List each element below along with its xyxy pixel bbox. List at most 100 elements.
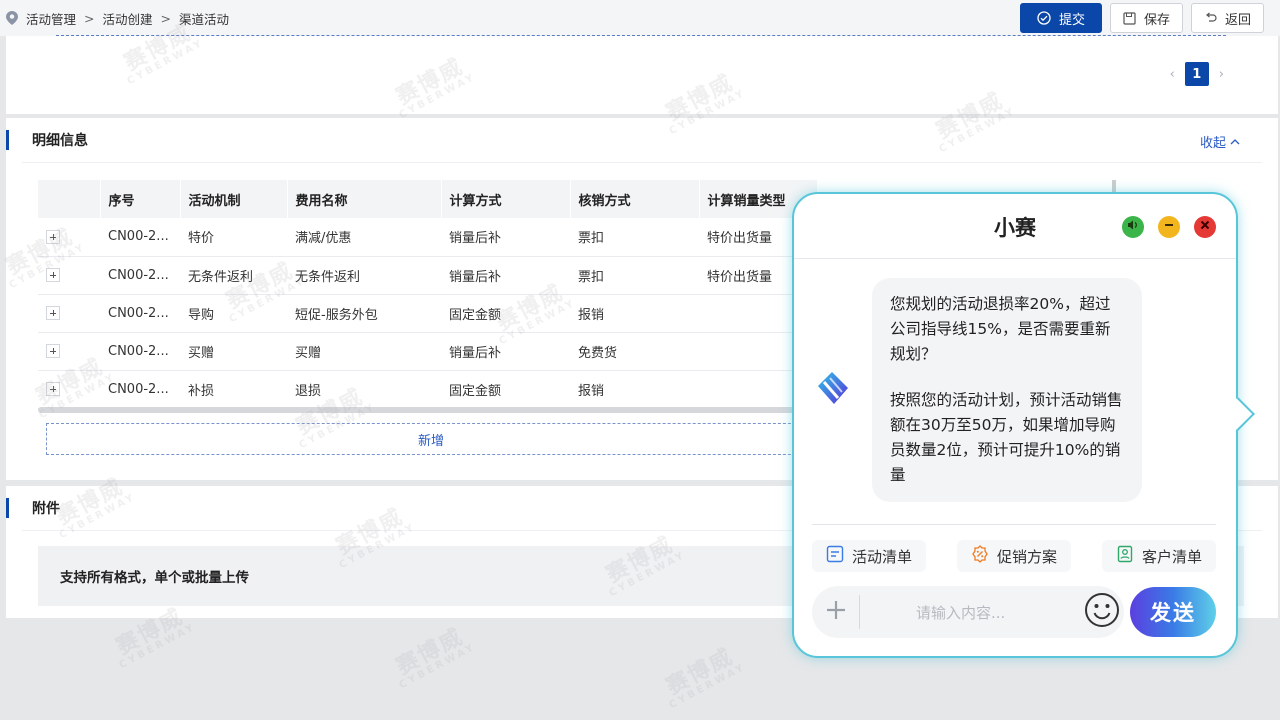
collapse-toggle[interactable]: 收起: [1200, 132, 1240, 151]
breadcrumb-item-activity-management[interactable]: 活动管理: [26, 9, 76, 28]
send-button[interactable]: 发送: [1130, 587, 1216, 637]
table-row: CN00-2... 特价 满减/优惠 销量后补 票扣 特价出货量: [38, 218, 818, 257]
cell-mechanism: 特价: [180, 218, 287, 257]
cell-calc-method: 销量后补: [441, 218, 570, 257]
breadcrumb-separator: >: [160, 10, 171, 26]
column-header-fee-name: 费用名称: [287, 180, 442, 218]
chip-activity-list[interactable]: 活动清单: [812, 540, 927, 572]
chip-label: 促销方案: [996, 547, 1057, 566]
table-row: CN00-2... 无条件返利 无条件返利 销量后补 票扣 特价出货量: [38, 256, 818, 295]
chevron-up-icon: [1230, 134, 1240, 149]
column-header-calc-method: 计算方式: [441, 180, 571, 218]
discount-badge-icon: [971, 545, 989, 567]
assistant-message-text: 您规划的活动退损率20%，超过公司指导线15%，是否需要重新规划？: [890, 295, 1111, 363]
pagination: ‹ 1 ›: [1170, 62, 1224, 86]
expand-row-icon[interactable]: [46, 306, 60, 320]
cell-calc-method: 销量后补: [441, 332, 570, 371]
close-button[interactable]: [1194, 216, 1216, 238]
top-bar: 活动管理 > 活动创建 > 渠道活动 提交 保存 返回: [0, 0, 1280, 36]
horizontal-scrollbar[interactable]: [38, 407, 818, 413]
section-divider: [22, 162, 1262, 163]
column-header-index: 序号: [100, 180, 181, 218]
location-pin-icon: [6, 11, 18, 25]
back-button-label: 返回: [1224, 12, 1251, 28]
table-header-row: 序号 活动机制 费用名称 计算方式 核销方式 计算销量类型: [38, 180, 818, 218]
page-number-current[interactable]: 1: [1184, 62, 1209, 86]
assistant-chat-window: 小赛 您规划的活动退损率20%，超过公司指导线15%，是否需要重新规划？ 按照您…: [792, 192, 1255, 658]
breadcrumb: 活动管理 > 活动创建 > 渠道活动: [6, 9, 229, 28]
assistant-avatar-icon: [812, 368, 852, 412]
cell-index: CN00-2...: [100, 332, 180, 371]
detail-table: 序号 活动机制 费用名称 计算方式 核销方式 计算销量类型 CN00-2... …: [38, 180, 818, 409]
assistant-message-text: 按照您的活动计划，预计活动销售额在30万至50万，如果增加导购员数量2位，预计可…: [890, 391, 1123, 484]
quick-action-chips: 活动清单 促销方案 客户清单: [812, 540, 1216, 572]
chat-divider: [812, 524, 1216, 525]
watermark: 赛博威CYBERWAY: [392, 624, 478, 692]
cell-mechanism: 导购: [180, 294, 287, 333]
floppy-disk-icon: [1123, 11, 1136, 25]
submit-button[interactable]: 提交: [1019, 3, 1102, 33]
chip-label: 客户清单: [1141, 547, 1202, 566]
cell-fee-name: 满减/优惠: [287, 218, 441, 257]
close-icon: [1199, 219, 1211, 235]
emoji-button[interactable]: [1080, 592, 1124, 632]
cell-writeoff-method: 报销: [570, 370, 699, 409]
cell-calc-method: 固定金额: [441, 294, 570, 333]
window-controls: [1122, 216, 1216, 238]
add-row-button[interactable]: 新增: [46, 423, 816, 455]
cell-writeoff-method: 票扣: [570, 256, 699, 295]
cell-writeoff-method: 票扣: [570, 218, 699, 257]
speaker-button[interactable]: [1122, 216, 1144, 238]
contact-card-icon: [1116, 545, 1134, 567]
chat-header-divider: [794, 258, 1236, 259]
breadcrumb-item-activity-create[interactable]: 活动创建: [103, 9, 153, 28]
submit-button-label: 提交: [1058, 12, 1085, 28]
list-icon: [826, 545, 844, 567]
breadcrumb-separator: >: [84, 10, 95, 26]
column-header-expand: [38, 180, 101, 218]
section-title-attachment: 附件: [6, 496, 60, 520]
cell-index: CN00-2...: [100, 218, 180, 257]
cell-writeoff-method: 报销: [570, 294, 699, 333]
section-title-detail: 明细信息: [6, 128, 88, 152]
cell-index: CN00-2...: [100, 256, 180, 295]
column-header-mechanism: 活动机制: [180, 180, 288, 218]
prev-page-icon[interactable]: ‹: [1170, 67, 1175, 82]
plus-icon: [825, 599, 847, 625]
previous-section-panel: ‹ 1 ›: [6, 35, 1278, 114]
cell-mechanism: 无条件返利: [180, 256, 287, 295]
table-row: CN00-2... 补损 退损 固定金额 报销: [38, 370, 818, 409]
check-circle-icon: [1037, 11, 1051, 25]
cell-fee-name: 买赠: [287, 332, 441, 371]
chip-label: 活动清单: [852, 547, 913, 566]
expand-row-icon[interactable]: [46, 382, 60, 396]
table-row: CN00-2... 导购 短促-服务外包 固定金额 报销: [38, 294, 818, 333]
minus-icon: [1163, 219, 1175, 235]
upload-hint: 支持所有格式，单个或批量上传: [60, 570, 249, 586]
expand-row-icon[interactable]: [46, 268, 60, 282]
cell-fee-name: 短促-服务外包: [287, 294, 441, 333]
cell-index: CN00-2...: [100, 370, 180, 409]
minimize-button[interactable]: [1158, 216, 1180, 238]
next-page-icon[interactable]: ›: [1219, 67, 1224, 82]
expand-row-icon[interactable]: [46, 229, 60, 244]
save-button[interactable]: 保存: [1109, 3, 1183, 33]
smiley-icon: [1084, 592, 1120, 632]
back-button[interactable]: 返回: [1190, 3, 1264, 33]
chip-customer-list[interactable]: 客户清单: [1101, 540, 1216, 572]
chat-input-bar: 请输入内容...: [812, 586, 1124, 638]
column-header-writeoff-method: 核销方式: [570, 180, 700, 218]
cell-mechanism: 补损: [180, 370, 287, 409]
assistant-message-bubble: 您规划的活动退损率20%，超过公司指导线15%，是否需要重新规划？ 按照您的活动…: [872, 278, 1142, 502]
table-row: CN00-2... 买赠 买赠 销量后补 免费货: [38, 332, 818, 371]
collapse-label: 收起: [1199, 136, 1226, 151]
chat-message-input[interactable]: 请输入内容...: [860, 602, 1080, 623]
breadcrumb-item-channel-activity: 渠道活动: [179, 11, 230, 27]
cell-index: CN00-2...: [100, 294, 180, 333]
cell-mechanism: 买赠: [180, 332, 287, 371]
chip-promotion-plan[interactable]: 促销方案: [956, 540, 1071, 572]
cell-calc-method: 销量后补: [441, 256, 570, 295]
save-button-label: 保存: [1143, 12, 1170, 28]
expand-row-icon[interactable]: [46, 344, 60, 358]
attach-plus-button[interactable]: [812, 595, 860, 629]
